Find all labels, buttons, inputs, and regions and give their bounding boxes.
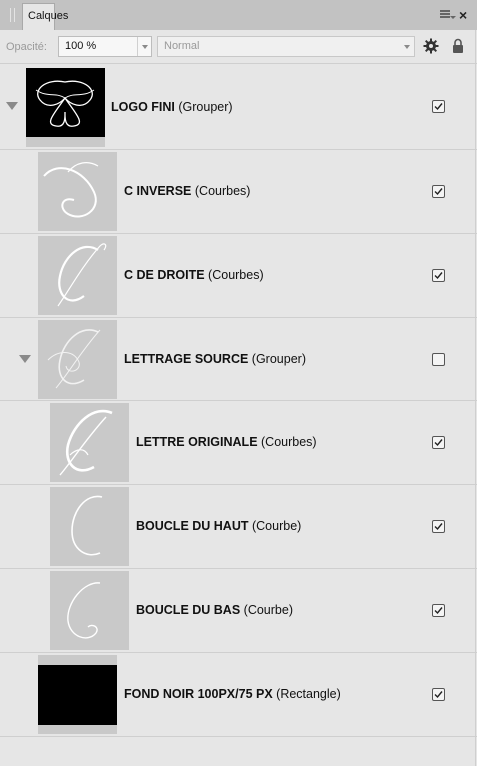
- layer-thumbnail: [38, 152, 117, 231]
- panel-tab-bar: Calques ×: [0, 0, 477, 30]
- layer-row-fond-noir[interactable]: FOND NOIR 100PX/75 PX (Rectangle): [0, 653, 477, 737]
- layer-label: FOND NOIR 100PX/75 PX (Rectangle): [124, 687, 341, 701]
- visibility-checkbox[interactable]: [432, 436, 445, 449]
- layer-label: LETTRAGE SOURCE (Grouper): [124, 352, 306, 366]
- layer-thumbnail: [50, 487, 129, 566]
- layer-label: LOGO FINI (Grouper): [111, 100, 233, 114]
- layer-row-c-inverse[interactable]: C INVERSE (Courbes): [0, 150, 477, 234]
- layer-row-c-de-droite[interactable]: C DE DROITE (Courbes): [0, 234, 477, 318]
- opacity-input[interactable]: 100 %: [58, 36, 152, 57]
- layer-thumbnail: [38, 236, 117, 315]
- layer-label: LETTRE ORIGINALE (Courbes): [136, 435, 317, 449]
- layer-thumbnail: [50, 403, 129, 482]
- layer-label: C DE DROITE (Courbes): [124, 268, 264, 282]
- layer-thumbnail: [38, 655, 117, 734]
- lock-icon[interactable]: [452, 38, 464, 54]
- layer-row-logo-fini[interactable]: LOGO FINI (Grouper): [0, 65, 477, 150]
- layer-thumbnail: [50, 571, 129, 650]
- blend-mode-select[interactable]: Normal: [157, 36, 415, 57]
- visibility-checkbox[interactable]: [432, 100, 445, 113]
- expand-triangle-icon[interactable]: [6, 102, 18, 110]
- chevron-down-icon: [400, 37, 414, 56]
- layer-row-lettrage-source[interactable]: LETTRAGE SOURCE (Grouper): [0, 318, 477, 401]
- gear-icon[interactable]: [423, 38, 439, 54]
- visibility-checkbox[interactable]: [432, 520, 445, 533]
- opacity-value: 100 %: [65, 40, 97, 52]
- opacity-label: Opacité:: [6, 41, 47, 53]
- panel-right-border: [475, 30, 476, 766]
- layers-list: LOGO FINI (Grouper) C INVERSE (Courbes) …: [0, 65, 477, 766]
- layers-toolbar: Opacité: 100 % Normal: [0, 30, 477, 64]
- layer-label: BOUCLE DU BAS (Courbe): [136, 603, 293, 617]
- grip-icon[interactable]: [9, 8, 17, 22]
- layer-thumbnail: [38, 320, 117, 399]
- layer-row-lettre-originale[interactable]: LETTRE ORIGINALE (Courbes): [0, 401, 477, 485]
- visibility-checkbox[interactable]: [432, 604, 445, 617]
- visibility-checkbox[interactable]: [432, 688, 445, 701]
- layer-thumbnail: [26, 68, 105, 147]
- opacity-dropdown-icon[interactable]: [137, 37, 151, 56]
- visibility-checkbox[interactable]: [432, 353, 445, 366]
- layer-row-boucle-du-bas[interactable]: BOUCLE DU BAS (Courbe): [0, 569, 477, 653]
- layer-label: BOUCLE DU HAUT (Courbe): [136, 519, 302, 533]
- blend-mode-value: Normal: [164, 40, 200, 52]
- visibility-checkbox[interactable]: [432, 269, 445, 282]
- tab-calques[interactable]: Calques: [22, 3, 68, 30]
- panel-menu-icon[interactable]: [440, 9, 456, 21]
- layer-label: C INVERSE (Courbes): [124, 184, 251, 198]
- expand-triangle-icon[interactable]: [19, 355, 31, 363]
- layer-row-boucle-du-haut[interactable]: BOUCLE DU HAUT (Courbe): [0, 485, 477, 569]
- close-icon[interactable]: ×: [459, 7, 467, 23]
- visibility-checkbox[interactable]: [432, 185, 445, 198]
